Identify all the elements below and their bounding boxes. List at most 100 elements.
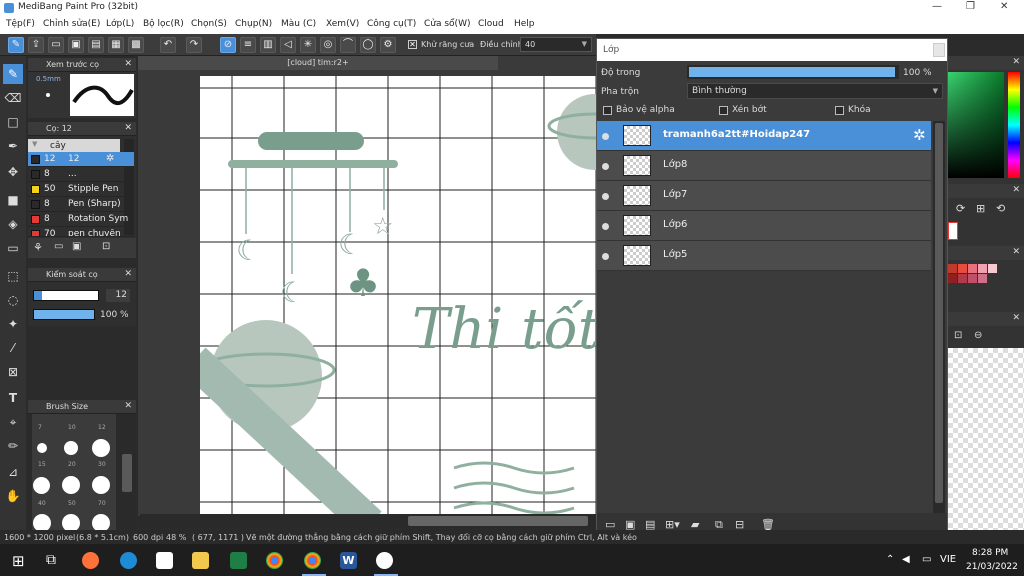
palette-swatch[interactable] [968, 264, 977, 273]
eyedropper-icon[interactable]: ⊿ [3, 462, 23, 482]
tray-chevron-icon[interactable]: ⌃ [886, 554, 894, 565]
visibility-icon[interactable] [602, 223, 609, 230]
hand-tool-icon[interactable]: ✋ [3, 486, 23, 506]
size-dot[interactable] [64, 441, 78, 455]
brush-item[interactable]: 70 pen chuyên [28, 227, 134, 237]
layer-row[interactable]: Lớp6 [597, 211, 931, 241]
select-eraser-icon[interactable]: ⊠ [3, 362, 23, 382]
excel-icon[interactable] [230, 552, 247, 569]
panel-close-icon[interactable]: ✕ [1012, 185, 1020, 195]
protect-alpha-checkbox[interactable] [603, 106, 612, 115]
upload-icon[interactable]: ⇪ [28, 37, 44, 53]
dropper-tool-icon[interactable]: ✏ [3, 436, 23, 456]
size-dot[interactable] [33, 477, 50, 494]
windows-start-icon[interactable]: ⊞ [12, 552, 25, 570]
menu-view[interactable]: Xem(V) [326, 19, 359, 29]
visibility-icon[interactable] [602, 253, 609, 260]
palette-swatch[interactable] [958, 264, 967, 273]
pen-tool-icon[interactable]: ✒ [3, 136, 23, 156]
clipping-checkbox[interactable] [719, 106, 728, 115]
shape-tool-icon[interactable]: □ [3, 112, 23, 132]
panel-close-icon[interactable]: ✕ [124, 59, 132, 69]
panel-close-icon[interactable]: ✕ [124, 269, 132, 279]
menu-window[interactable]: Cửa sổ(W) [424, 19, 470, 29]
brush-item[interactable]: 8 Pen (Sharp) [28, 197, 134, 212]
snap-ellipse-icon[interactable]: ◯ [360, 37, 376, 53]
palette-swatch[interactable] [978, 264, 987, 273]
medibang-icon[interactable] [376, 552, 393, 569]
document-tab[interactable]: [cloud] tim:r2+ [138, 56, 498, 70]
panel-close-icon[interactable]: ✕ [124, 401, 132, 411]
snap-parallel-icon[interactable]: ≡ [240, 37, 256, 53]
antialias-checkbox[interactable]: ✕ [408, 40, 417, 49]
comment-icon[interactable]: ▣ [68, 37, 84, 53]
menu-filter[interactable]: Bộ lọc(R) [143, 19, 184, 29]
text-tool-icon[interactable]: T [3, 388, 23, 408]
fill-rect-tool-icon[interactable]: ■ [3, 190, 23, 210]
palette-swatch[interactable] [948, 264, 957, 273]
rotate-icon[interactable]: ⟳ [956, 202, 965, 215]
lock-checkbox[interactable] [835, 106, 844, 115]
brush-add-icon[interactable]: ⚘ [33, 241, 43, 254]
menu-select[interactable]: Chọn(S) [191, 19, 227, 29]
panel-close-icon[interactable]: ✕ [1012, 247, 1020, 257]
color-chip[interactable] [948, 222, 958, 240]
volume-icon[interactable]: ◀ [902, 554, 910, 565]
select-tool-icon[interactable]: ⬚ [3, 266, 23, 286]
brush-item[interactable]: 8 ... [28, 167, 134, 182]
clock-time[interactable]: 8:28 PM [972, 548, 1008, 558]
operation-tool-icon[interactable]: ⌖ [3, 412, 23, 432]
brush-mode-icon[interactable]: ✎ [8, 37, 24, 53]
snap-grid-icon[interactable]: ▥ [260, 37, 276, 53]
brush-item[interactable]: 8 Rotation Sym [28, 212, 134, 227]
layer-opacity-slider[interactable] [687, 65, 899, 79]
task-view-icon[interactable]: ⧉ [46, 552, 56, 568]
page-icon[interactable]: ▤ [88, 37, 104, 53]
canvas[interactable]: ☾ ☾ ☾ ☆ ♣ Thi tốt [200, 76, 598, 514]
close-icon[interactable]: ✕ [1000, 1, 1008, 12]
menu-tools[interactable]: Công cụ(T) [367, 19, 416, 29]
adjust-dropdown[interactable]: 40 ▼ [520, 37, 592, 52]
visibility-icon[interactable] [602, 163, 609, 170]
brush-delete-icon[interactable]: ⊡ [102, 241, 110, 252]
gear-icon[interactable]: ✲ [913, 126, 926, 144]
layer-row[interactable]: Lớp5 [597, 241, 931, 271]
palette-swatch[interactable] [988, 264, 997, 273]
layer-list-scrollbar[interactable] [933, 121, 945, 513]
magic-wand-icon[interactable]: ✦ [3, 314, 23, 334]
brush-item[interactable]: 50 Stipple Pen [28, 182, 134, 197]
visibility-icon[interactable] [602, 193, 609, 200]
menu-color[interactable]: Màu (C) [281, 19, 316, 29]
brush-copy-icon[interactable]: ▣ [72, 241, 81, 252]
bucket-tool-icon[interactable]: ◈ [3, 214, 23, 234]
layer-window-close[interactable] [933, 43, 945, 57]
layer-scroll-thumb[interactable] [935, 123, 943, 503]
eraser-tool-icon[interactable]: ⌫ [3, 88, 23, 108]
opacity-slider[interactable] [33, 309, 95, 320]
size-dot[interactable] [92, 439, 110, 457]
menu-cloud[interactable]: Cloud [478, 19, 504, 29]
store-icon[interactable] [156, 552, 173, 569]
file-explorer-icon[interactable] [192, 552, 209, 569]
pages-icon[interactable]: ▦ [108, 37, 124, 53]
brush-new-icon[interactable]: ▭ [54, 241, 63, 252]
palette-swatch[interactable] [948, 274, 957, 283]
canvas-hscrollbar[interactable] [140, 514, 596, 528]
size-dot[interactable] [37, 443, 47, 453]
palette-swatch[interactable] [958, 274, 967, 283]
panel-close-icon[interactable]: ✕ [1012, 57, 1020, 67]
menu-snap[interactable]: Chụp(N) [235, 19, 272, 29]
brush-group[interactable]: ▼ cây [28, 139, 120, 153]
snap-radial-icon[interactable]: ✳ [300, 37, 316, 53]
menu-edit[interactable]: Chỉnh sửa(E) [43, 19, 100, 29]
select-pen-icon[interactable]: ⁄ [3, 338, 23, 358]
edge-icon[interactable] [120, 552, 137, 569]
undo-icon[interactable]: ↶ [160, 37, 176, 53]
size-dot[interactable] [62, 476, 80, 494]
grid-icon[interactable]: ▩ [128, 37, 144, 53]
reset-icon[interactable]: ⟲ [996, 202, 1005, 215]
snap-off-icon[interactable]: ⊘ [220, 37, 236, 53]
zoom-out-icon[interactable]: ⊖ [974, 330, 982, 341]
layer-row[interactable]: Lớp8 [597, 151, 931, 181]
panel-close-icon[interactable]: ✕ [1012, 313, 1020, 323]
